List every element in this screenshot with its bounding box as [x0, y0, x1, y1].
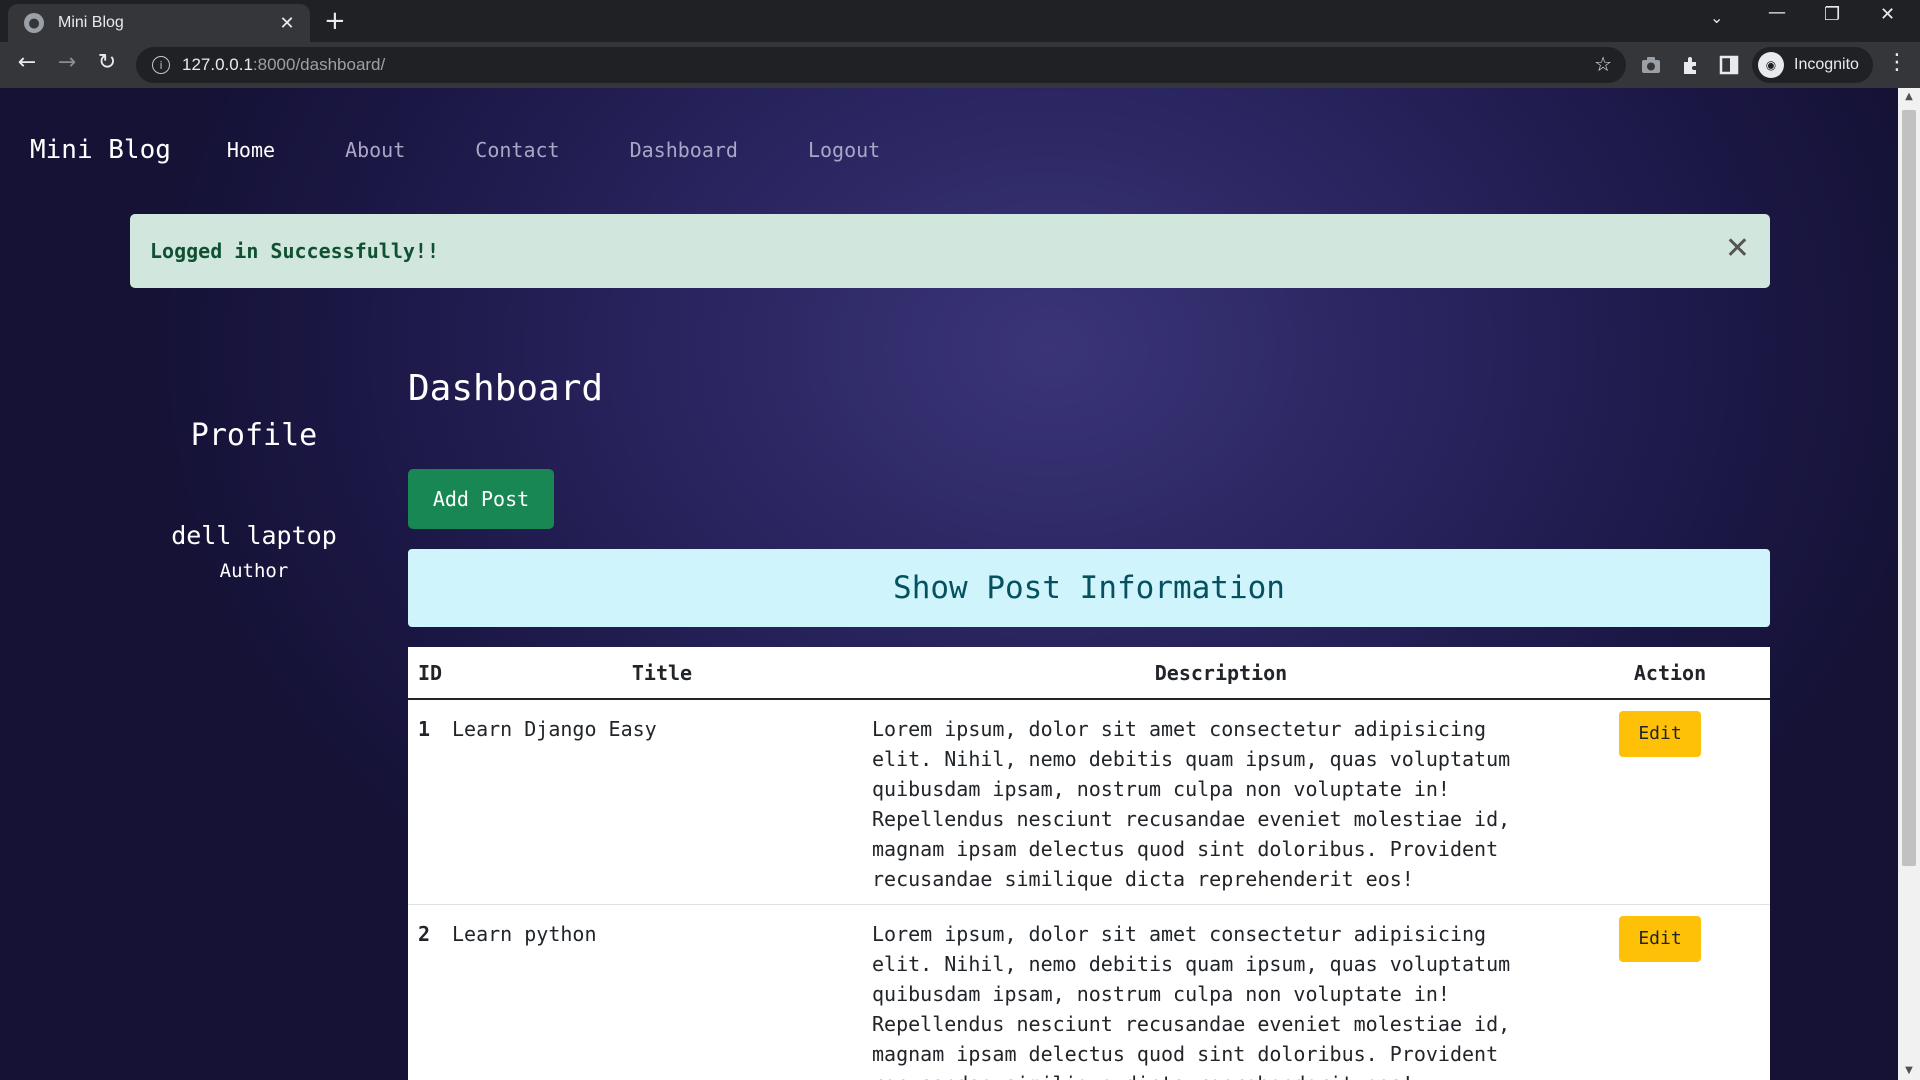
site-navbar: Mini Blog Home About Contact Dashboard L… — [0, 88, 950, 212]
browser-toolbar: ← → ↻ i 127.0.0.1:8000/dashboard/ ☆ ◉ In… — [0, 42, 1920, 88]
extensions-icon[interactable] — [1680, 54, 1702, 76]
post-description: Lorem ipsum, dolor sit amet consectetur … — [872, 904, 1570, 1080]
tab-search-icon[interactable]: ⌄ — [1710, 8, 1723, 27]
profile-role: Author — [219, 560, 289, 582]
nav-logout[interactable]: Logout — [808, 138, 880, 162]
incognito-icon: ◉ — [1758, 52, 1784, 78]
camera-icon[interactable] — [1640, 54, 1662, 76]
post-info-heading: Show Post Information — [408, 549, 1770, 627]
scrollbar-thumb[interactable] — [1902, 110, 1916, 866]
close-alert-icon[interactable]: ✕ — [1725, 232, 1750, 266]
back-icon[interactable]: ← — [12, 50, 42, 75]
close-tab-icon[interactable]: ✕ — [276, 13, 298, 34]
column-header-action: Action — [1570, 647, 1770, 700]
nav-contact[interactable]: Contact — [475, 138, 559, 162]
side-panel-icon[interactable] — [1718, 54, 1740, 76]
scroll-up-icon[interactable]: ▲ — [1898, 88, 1920, 106]
address-bar[interactable]: i 127.0.0.1:8000/dashboard/ ☆ — [136, 47, 1626, 83]
page-title: Dashboard — [408, 368, 604, 409]
profile-name: dell laptop — [171, 521, 337, 550]
site-info-icon[interactable]: i — [152, 56, 170, 74]
nav-dashboard[interactable]: Dashboard — [630, 138, 738, 162]
scroll-down-icon[interactable]: ▼ — [1898, 1062, 1920, 1080]
nav-about[interactable]: About — [345, 138, 405, 162]
profile-sidebar: Profile dell laptop Author — [130, 418, 378, 582]
globe-icon: ● — [24, 13, 44, 33]
posts-table-container: ID Title Description Action 1 Learn Djan… — [408, 647, 1770, 1080]
forward-icon[interactable]: → — [52, 50, 82, 75]
incognito-profile-button[interactable]: ◉ Incognito — [1752, 47, 1873, 83]
site-brand[interactable]: Mini Blog — [30, 135, 171, 165]
column-header-description: Description — [872, 647, 1570, 700]
new-tab-icon[interactable]: + — [324, 6, 346, 36]
profile-heading: Profile — [190, 418, 318, 453]
restore-icon[interactable]: ❐ — [1824, 4, 1840, 25]
column-header-id: ID — [408, 647, 452, 700]
success-alert: Logged in Successfully!! ✕ — [130, 214, 1770, 288]
posts-table: ID Title Description Action 1 Learn Djan… — [408, 647, 1770, 1080]
incognito-label: Incognito — [1794, 56, 1859, 73]
reload-icon[interactable]: ↻ — [92, 50, 122, 75]
post-title: Learn Django Easy — [452, 699, 872, 905]
table-row: 2 Learn python Lorem ipsum, dolor sit am… — [408, 904, 1770, 1080]
post-action-cell: Edit — [1570, 904, 1770, 1080]
bookmark-star-icon[interactable]: ☆ — [1594, 52, 1612, 76]
post-title: Learn python — [452, 904, 872, 1080]
minimize-icon[interactable]: — — [1768, 2, 1786, 23]
post-description: Lorem ipsum, dolor sit amet consectetur … — [872, 699, 1570, 905]
browser-menu-icon[interactable]: ⋮ — [1886, 50, 1908, 75]
nav-home[interactable]: Home — [227, 138, 275, 162]
post-action-cell: Edit — [1570, 699, 1770, 905]
page-scrollbar[interactable]: ▲ ▼ — [1898, 88, 1920, 1080]
column-header-title: Title — [452, 647, 872, 700]
close-window-icon[interactable]: ✕ — [1880, 4, 1895, 25]
table-header-row: ID Title Description Action — [408, 647, 1770, 700]
url-path: :8000/dashboard/ — [252, 55, 386, 74]
tab-title: Mini Blog — [58, 14, 124, 31]
url-host: 127.0.0.1 — [182, 55, 253, 74]
alert-message: Logged in Successfully!! — [150, 239, 439, 263]
edit-post-button[interactable]: Edit — [1619, 711, 1701, 757]
add-post-button[interactable]: Add Post — [408, 469, 554, 529]
edit-post-button[interactable]: Edit — [1619, 916, 1701, 962]
browser-tab[interactable]: ● Mini Blog ✕ — [8, 4, 310, 42]
page-viewport: Mini Blog Home About Contact Dashboard L… — [0, 88, 1898, 1080]
browser-tabstrip: ● Mini Blog ✕ + ⌄ — ❐ ✕ — [0, 0, 1920, 42]
post-id: 1 — [408, 699, 452, 905]
table-row: 1 Learn Django Easy Lorem ipsum, dolor s… — [408, 699, 1770, 905]
post-id: 2 — [408, 904, 452, 1080]
dashboard-main: Dashboard Add Post Show Post Information… — [408, 368, 1770, 1080]
